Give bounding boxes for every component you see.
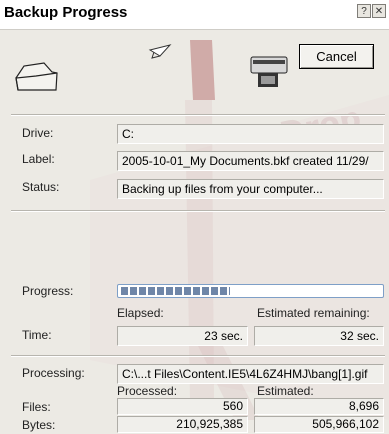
status-field: Backing up files from your computer... bbox=[117, 179, 384, 199]
progress-bar bbox=[117, 284, 384, 298]
window-title: Backup Progress bbox=[4, 4, 128, 21]
bytes-processed-field: 210,925,385 bbox=[117, 416, 248, 433]
files-label: Files: bbox=[22, 400, 51, 414]
title-bar[interactable]: Backup Progress ? ✕ bbox=[0, 0, 389, 24]
label-label: Label: bbox=[22, 152, 55, 166]
label-field: 2005-10-01_My Documents.bkf created 11/2… bbox=[117, 151, 384, 171]
files-processed-field: 560 bbox=[117, 398, 248, 415]
processing-field: C:\...t Files\Content.IE5\4L6Z4HMJ\bang[… bbox=[117, 364, 384, 384]
elapsed-header: Elapsed: bbox=[117, 306, 164, 320]
close-button[interactable]: ✕ bbox=[372, 4, 386, 18]
divider bbox=[11, 114, 385, 116]
files-estimated-field: 8,696 bbox=[254, 398, 384, 415]
cancel-button[interactable]: Cancel bbox=[299, 44, 374, 69]
remaining-header: Estimated remaining: bbox=[257, 306, 370, 320]
backup-animation bbox=[0, 30, 389, 110]
drive-field: C: bbox=[117, 124, 384, 144]
estimated-header: Estimated: bbox=[257, 384, 314, 398]
flying-paper-icon bbox=[148, 44, 172, 59]
help-button[interactable]: ? bbox=[357, 4, 371, 18]
backup-progress-window: Backup Progress ? ✕ Drop bbox=[0, 0, 389, 434]
elapsed-field: 23 sec. bbox=[117, 326, 248, 346]
processing-label: Processing: bbox=[22, 366, 85, 380]
divider bbox=[11, 355, 385, 357]
progress-label: Progress: bbox=[22, 284, 74, 298]
bytes-estimated-field: 505,966,102 bbox=[254, 416, 384, 433]
drive-label: Drive: bbox=[22, 126, 54, 140]
folder-icon bbox=[15, 62, 58, 91]
bytes-label: Bytes: bbox=[22, 418, 56, 432]
remaining-field: 32 sec. bbox=[254, 326, 384, 346]
status-label: Status: bbox=[22, 180, 60, 194]
processed-header: Processed: bbox=[117, 384, 178, 398]
time-label: Time: bbox=[22, 328, 52, 342]
tape-drive-icon bbox=[250, 56, 288, 87]
progress-bar-fill bbox=[121, 287, 230, 295]
divider bbox=[11, 210, 385, 212]
